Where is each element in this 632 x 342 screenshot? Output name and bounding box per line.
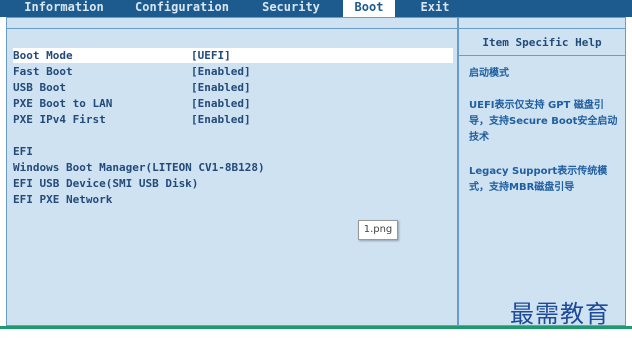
menu-bar: Information Configuration Security Boot … [0, 0, 632, 17]
setting-label: PXE Boot to LAN [13, 97, 113, 110]
setting-value[interactable]: [UEFI] [191, 48, 231, 63]
tab-boot[interactable]: Boot [343, 0, 395, 17]
setting-pxe-boot-lan[interactable]: PXE Boot to LAN [Enabled] [13, 96, 453, 111]
divider [459, 55, 625, 56]
setting-fast-boot[interactable]: Fast Boot [Enabled] [13, 64, 453, 79]
tab-security[interactable]: Security [252, 0, 330, 17]
help-text-2: UEFI表示仅支持 GPT 磁盘引导，支持Secure Boot安全启动技术 [469, 100, 618, 143]
tab-exit[interactable]: Exit [412, 0, 458, 17]
help-title: Item Specific Help [482, 36, 602, 49]
settings-panel: Boot Mode [UEFI] Fast Boot [Enabled] USB… [6, 17, 458, 326]
setting-usb-boot[interactable]: USB Boot [Enabled] [13, 80, 453, 95]
tab-information[interactable]: Information [14, 0, 114, 17]
boot-option-pxe[interactable]: EFI PXE Network [13, 192, 112, 207]
setting-boot-mode[interactable]: Boot Mode [UEFI] [13, 48, 453, 63]
boot-option-usb[interactable]: EFI USB Device(SMI USB Disk) [13, 176, 198, 191]
help-text-3: Legacy Support表示传统模式，支持MBR磁盘引导 [469, 166, 608, 193]
setting-value[interactable]: [Enabled] [191, 112, 251, 127]
setting-label: Boot Mode [13, 49, 73, 62]
filename-tooltip: 1.png [358, 220, 398, 240]
setting-value[interactable]: [Enabled] [191, 96, 251, 111]
setting-pxe-ipv4-first[interactable]: PXE IPv4 First [Enabled] [13, 112, 453, 127]
divider [459, 28, 625, 29]
divider [7, 28, 457, 29]
help-panel: Item Specific Help 启动模式 UEFI表示仅支持 GPT 磁盘… [458, 17, 626, 326]
setting-value[interactable]: [Enabled] [191, 64, 251, 79]
setting-label: USB Boot [13, 81, 66, 94]
tab-configuration[interactable]: Configuration [126, 0, 238, 17]
help-text-1: 启动模式 [469, 68, 509, 79]
watermark-logo: 最需教育 [510, 300, 610, 328]
setting-label: Fast Boot [13, 65, 73, 78]
setting-label: PXE IPv4 First [13, 113, 106, 126]
setting-value[interactable]: [Enabled] [191, 80, 251, 95]
boot-option-windows[interactable]: Windows Boot Manager(LITEON CV1-8B128) [13, 160, 265, 175]
efi-section-header: EFI [13, 145, 33, 158]
